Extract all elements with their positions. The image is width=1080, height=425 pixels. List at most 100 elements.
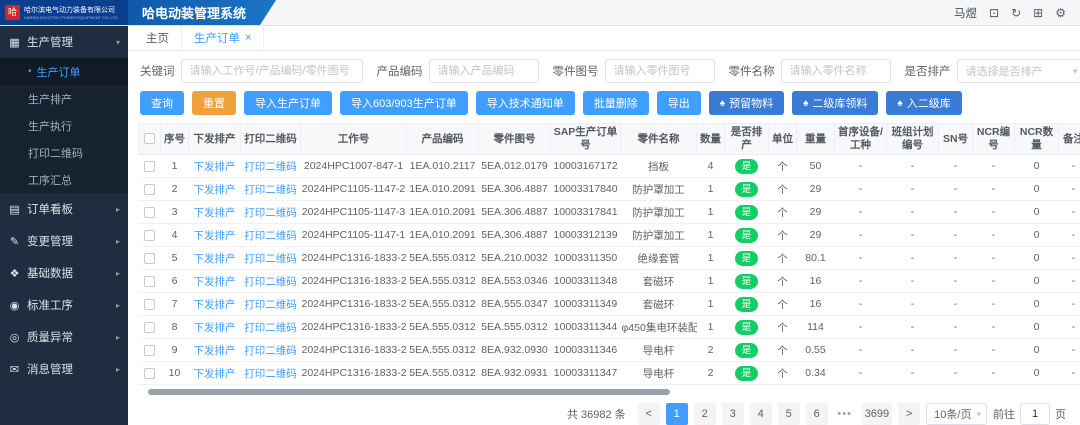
page-button-6[interactable]: 6 [806,403,828,425]
print-link[interactable]: 打印二维码 [244,345,297,357]
table-row: 9下发排产打印二维码2024HPC1316-1833-25EA.555.0312… [139,339,1080,362]
tab-home[interactable]: 主页 [134,26,182,50]
part-name-input[interactable] [781,59,891,83]
refresh-icon[interactable]: ↻ [1011,6,1021,20]
cell-ncr_no: - [973,201,1015,224]
dispatch-link[interactable]: 下发排产 [194,161,236,173]
print-link[interactable]: 打印二维码 [244,276,297,288]
query-button[interactable]: 查询 [140,91,184,115]
sidebar-item-label: 消息管理 [27,361,73,377]
dispatch-link[interactable]: 下发排产 [194,299,236,311]
sidebar-item-production-management[interactable]: ▦生产管理▾ [0,26,128,58]
page-button-1[interactable]: 1 [666,403,688,425]
secondary-warehouse-in-button[interactable]: ♠入二级库 [886,91,961,115]
dispatch-link[interactable]: 下发排产 [194,368,236,380]
dispatch-link[interactable]: 下发排产 [194,230,236,242]
scheduled-badge: 是 [735,366,759,381]
dispatch-link[interactable]: 下发排产 [194,253,236,265]
print-link[interactable]: 打印二维码 [244,230,297,242]
row-checkbox[interactable] [144,230,155,241]
dispatch-link[interactable]: 下发排产 [194,207,236,219]
select-all-checkbox[interactable] [144,133,155,144]
print-link[interactable]: 打印二维码 [244,207,297,219]
page-button-3699[interactable]: 3699 [862,403,892,425]
cell-weight: 50 [797,155,835,178]
cell-first_device: - [835,178,887,201]
cell-scheduled: 是 [725,247,769,270]
col-dispatch: 下发排产 [189,124,241,155]
goto-page-input[interactable] [1020,403,1050,425]
cell-ncr_no: - [973,224,1015,247]
print-link[interactable]: 打印二维码 [244,322,297,334]
cell-work_no: 2024HPC1316-1833-2 [301,339,407,362]
main-content: 主页生产订单× 关键词产品编码零件图号零件名称是否排产请选择是否排产▾ 查询重置… [128,26,1080,425]
product-code-input[interactable] [429,59,539,83]
row-checkbox[interactable] [144,322,155,333]
row-checkbox[interactable] [144,253,155,264]
print-link[interactable]: 打印二维码 [244,184,297,196]
sidebar-item-print-qrcode[interactable]: 打印二维码 [0,139,128,166]
dispatch-link[interactable]: 下发排产 [194,345,236,357]
reserve-material-button[interactable]: ♠预留物料 [709,91,784,115]
cell-print: 打印二维码 [241,155,301,178]
row-checkbox[interactable] [144,207,155,218]
prev-page-button[interactable]: < [638,403,660,425]
secondary-warehouse-pick-button[interactable]: ♠二级库领料 [792,91,878,115]
sidebar-item-production-scheduling[interactable]: 生产排产 [0,85,128,112]
cell-ncr_no: - [973,270,1015,293]
sidebar-item-production-orders[interactable]: •生产订单 [0,58,128,85]
sidebar-item-standard-process[interactable]: ◉标准工序▸ [0,289,128,321]
page-button-4[interactable]: 4 [750,403,772,425]
sidebar-item-basic-data[interactable]: ❖基础数据▸ [0,257,128,289]
page-size-select[interactable]: 10条/页 ▾ [926,403,987,425]
fullscreen-icon[interactable]: ⊡ [989,6,999,20]
sidebar-item-message-management[interactable]: ✉消息管理▸ [0,353,128,385]
button-label: 二级库领料 [812,95,867,111]
sidebar-item-production-execution[interactable]: 生产执行 [0,112,128,139]
sidebar-item-order-board[interactable]: ▤订单看板▸ [0,193,128,225]
reset-button[interactable]: 重置 [192,91,236,115]
cell-ncr_no: - [973,155,1015,178]
user-name[interactable]: 马煜 [954,5,977,21]
cell-first_device: - [835,316,887,339]
scheduled-flag-select[interactable]: 请选择是否排产▾ [957,59,1080,83]
batch-delete-button[interactable]: 批量删除 [583,91,649,115]
row-checkbox[interactable] [144,345,155,356]
print-link[interactable]: 打印二维码 [244,161,297,173]
dispatch-link[interactable]: 下发排产 [194,322,236,334]
cell-sn_no: - [939,293,973,316]
dispatch-link[interactable]: 下发排产 [194,276,236,288]
import-603-903-order-button[interactable]: 导入603/903生产订单 [340,91,468,115]
sidebar-item-change-management[interactable]: ✎变更管理▸ [0,225,128,257]
cell-print: 打印二维码 [241,293,301,316]
settings-icon[interactable]: ⚙ [1055,6,1066,20]
row-checkbox[interactable] [144,161,155,172]
print-link[interactable]: 打印二维码 [244,368,297,380]
dispatch-link[interactable]: 下发排产 [194,184,236,196]
print-link[interactable]: 打印二维码 [244,299,297,311]
close-icon[interactable]: × [245,32,251,44]
print-link[interactable]: 打印二维码 [244,253,297,265]
apps-icon[interactable]: ⊞ [1033,6,1043,20]
row-checkbox[interactable] [144,184,155,195]
row-checkbox[interactable] [144,368,155,379]
next-page-button[interactable]: > [898,403,920,425]
tab-production-orders[interactable]: 生产订单× [182,26,264,50]
col-first_device: 首序设备/工种 [835,124,887,155]
page-button-5[interactable]: 5 [778,403,800,425]
sidebar-item-quality-exception[interactable]: ◎质量异常▸ [0,321,128,353]
cell-part_name: 导电杆 [621,339,697,362]
row-checkbox[interactable] [144,299,155,310]
import-tech-notice-button[interactable]: 导入技术通知单 [476,91,575,115]
page-button-3[interactable]: 3 [722,403,744,425]
part-drawing-no-input[interactable] [605,59,715,83]
sidebar-item-process-summary[interactable]: 工序汇总 [0,166,128,193]
cell-qty: 1 [697,247,725,270]
more-pages-icon[interactable]: ••• [834,403,856,425]
row-checkbox[interactable] [144,276,155,287]
import-production-order-button[interactable]: 导入生产订单 [244,91,332,115]
page-button-2[interactable]: 2 [694,403,716,425]
cell-select [139,201,161,224]
keyword-input[interactable] [181,59,363,83]
export-button[interactable]: 导出 [657,91,701,115]
